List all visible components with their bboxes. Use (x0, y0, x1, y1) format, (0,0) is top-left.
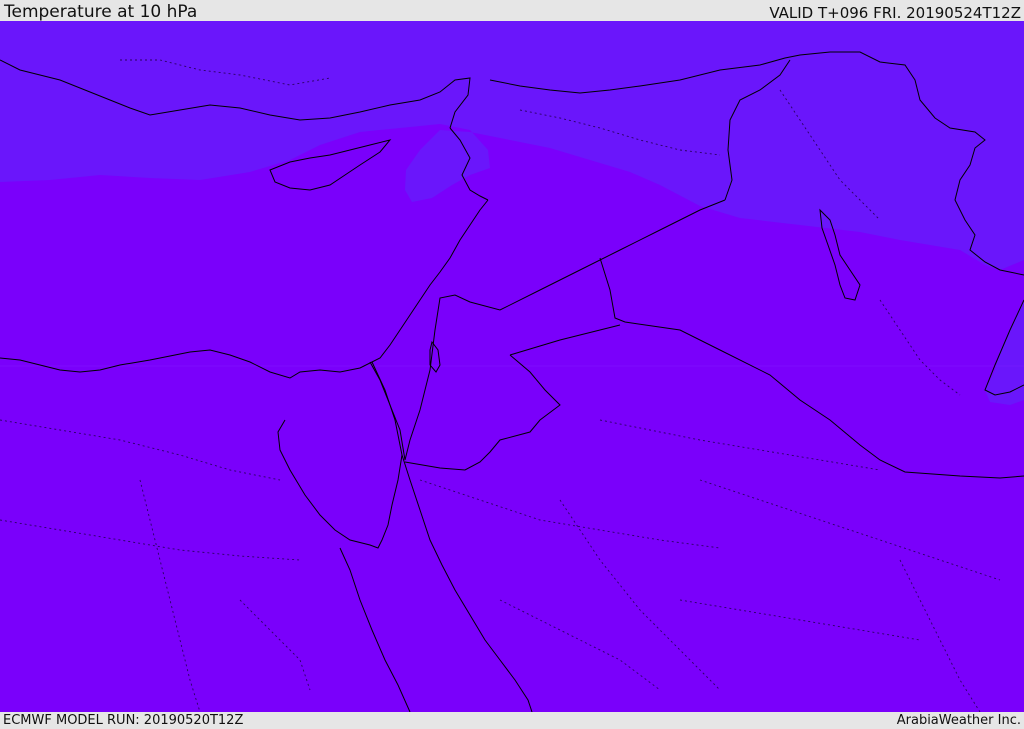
map-footer: ECMWF MODEL RUN: 20190520T12Z ArabiaWeat… (0, 712, 1024, 729)
map-frame: Temperature at 10 hPa VALID T+096 FRI. 2… (0, 0, 1024, 729)
map-canvas (0, 21, 1024, 712)
model-run-label: ECMWF MODEL RUN: 20190520T12Z (3, 713, 244, 728)
map-title: Temperature at 10 hPa (4, 2, 198, 22)
credit-label: ArabiaWeather Inc. (896, 713, 1021, 728)
map-header: Temperature at 10 hPa VALID T+096 FRI. 2… (0, 0, 1024, 21)
temperature-map[interactable] (0, 21, 1024, 712)
valid-time-label: VALID T+096 FRI. 20190524T12Z (769, 4, 1021, 22)
